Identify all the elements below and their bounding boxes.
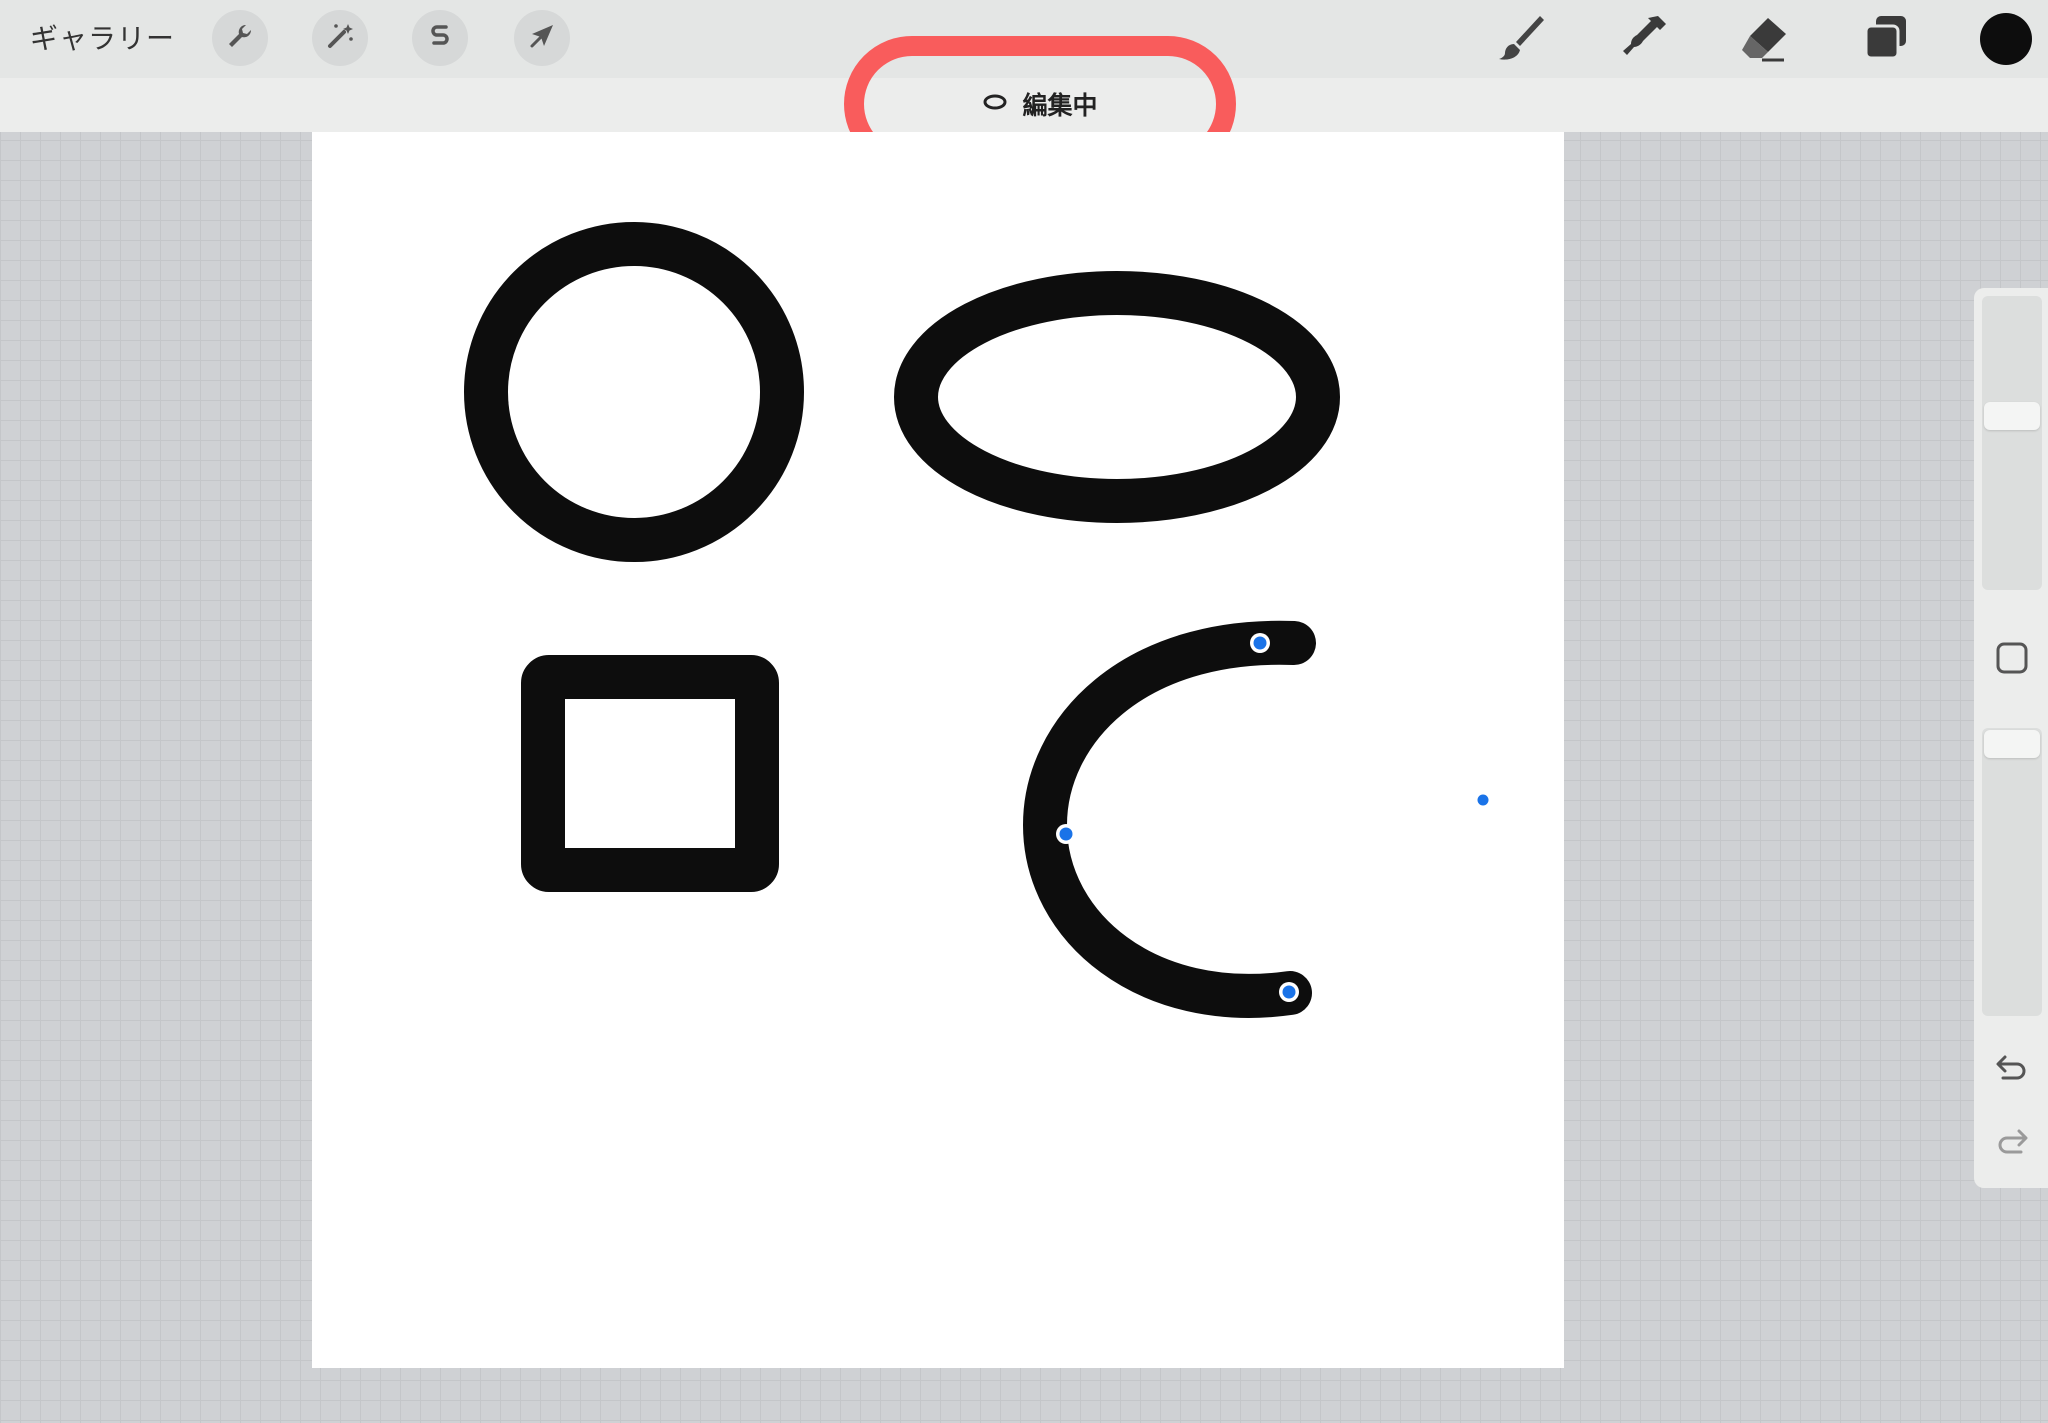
magic-wand-icon [324, 20, 356, 56]
wrench-icon [224, 20, 256, 56]
layers-icon [1860, 12, 1912, 68]
modify-button[interactable] [1988, 636, 2036, 684]
selection-icon [424, 20, 456, 56]
adjustments-button[interactable] [312, 10, 368, 66]
brush-size-slider-thumb[interactable] [1984, 402, 2040, 430]
color-picker-button[interactable] [1980, 13, 2032, 65]
selection-button[interactable] [412, 10, 468, 66]
smudge-icon [1616, 12, 1668, 68]
eraser-icon [1738, 12, 1790, 68]
arc-control-point[interactable] [1250, 633, 1270, 653]
arc-control-point[interactable] [1279, 982, 1299, 1002]
circle-stroke [464, 222, 804, 562]
square-stroke [521, 655, 779, 892]
actions-button[interactable] [212, 10, 268, 66]
opacity-slider-thumb[interactable] [1984, 730, 2040, 758]
undo-icon [1995, 1053, 2029, 1087]
opacity-slider[interactable] [1982, 728, 2042, 1016]
transform-arrow-icon [526, 20, 558, 56]
brush-icon [1494, 12, 1546, 68]
right-sidebar [1974, 288, 2048, 1188]
eraser-tool-button[interactable] [1734, 10, 1794, 70]
ellipse-icon [982, 93, 1008, 115]
redo-icon [1995, 1127, 2029, 1161]
brush-tool-button[interactable] [1490, 10, 1550, 70]
transform-button[interactable] [514, 10, 570, 66]
arc-control-point[interactable] [1475, 792, 1491, 808]
ellipse-stroke [894, 271, 1340, 523]
redo-button[interactable] [1988, 1120, 2036, 1168]
brush-size-slider[interactable] [1982, 296, 2042, 590]
edit-status-label: 編集中 [1022, 91, 1098, 120]
smudge-tool-button[interactable] [1612, 10, 1672, 70]
gallery-button[interactable]: ギャラリー [30, 17, 175, 61]
square-outline-icon [1995, 641, 2029, 679]
layers-button[interactable] [1856, 10, 1916, 70]
arc-stroke [1022, 620, 1316, 1018]
drawing-canvas[interactable] [312, 132, 1564, 1368]
arc-control-point[interactable] [1056, 824, 1076, 844]
undo-button[interactable] [1988, 1046, 2036, 1094]
